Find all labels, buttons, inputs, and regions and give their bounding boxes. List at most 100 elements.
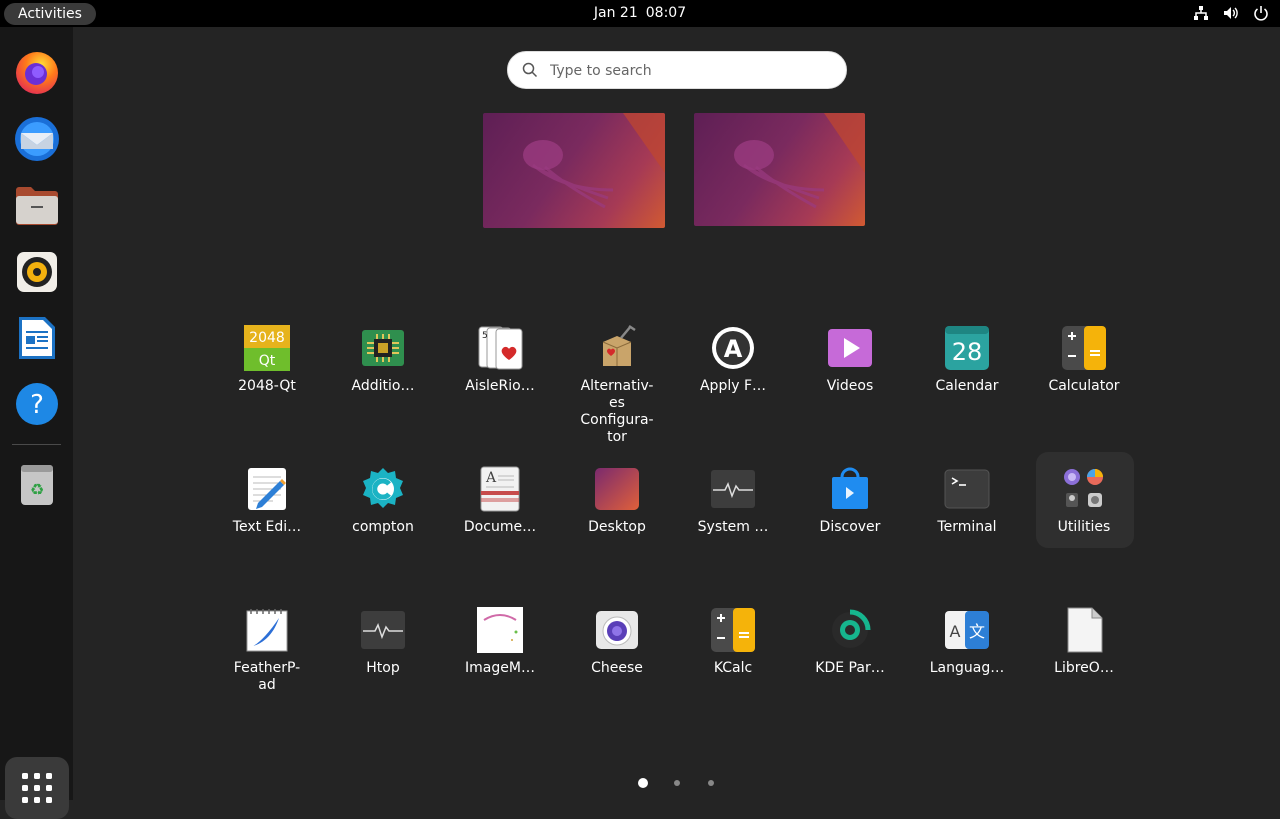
- app-label: System …: [697, 519, 769, 535]
- dock-item-help[interactable]: ?: [12, 379, 62, 429]
- app-label: FeatherP- ad: [233, 660, 301, 693]
- page-dot-3[interactable]: [708, 780, 714, 786]
- help-icon: ?: [16, 383, 58, 425]
- dock: ? ♻: [0, 27, 73, 819]
- system-tray[interactable]: [1192, 4, 1270, 22]
- app-label: Calendar: [935, 378, 999, 394]
- grid-icon: [22, 773, 52, 803]
- app-apply-full-upgrade[interactable]: A Apply F…: [675, 324, 791, 395]
- volume-icon[interactable]: [1222, 4, 1240, 22]
- app-imagemagick[interactable]: ImageM…: [442, 606, 558, 677]
- app-label: KDE Par…: [815, 660, 885, 676]
- app-htop[interactable]: Htop: [325, 606, 441, 677]
- app-label: Docume…: [463, 519, 537, 535]
- dock-separator: [12, 444, 61, 445]
- cheese-icon: [596, 611, 638, 649]
- app-system-monitor[interactable]: System …: [675, 465, 791, 536]
- app-text-editor[interactable]: Text Edi…: [209, 465, 325, 536]
- language-icon: A文: [945, 611, 989, 649]
- svg-text:♻: ♻: [30, 480, 44, 499]
- files-icon: [16, 187, 58, 225]
- search-bar[interactable]: [507, 51, 847, 90]
- cards-icon: 5: [478, 326, 523, 370]
- app-aisleriot[interactable]: 5 AisleRio…: [442, 324, 558, 395]
- svg-text:A: A: [485, 470, 497, 486]
- compton-icon: [363, 468, 403, 508]
- app-terminal[interactable]: Terminal: [909, 465, 1025, 536]
- dock-item-files[interactable]: [12, 180, 62, 230]
- svg-text:A: A: [950, 622, 961, 641]
- app-compton[interactable]: compton: [325, 465, 441, 536]
- app-videos[interactable]: Videos: [792, 324, 908, 395]
- thunderbird-icon: [15, 117, 59, 161]
- app-label: compton: [352, 519, 414, 535]
- featherpad-icon: [246, 609, 288, 652]
- dock-item-thunderbird[interactable]: [12, 114, 62, 164]
- app-label: KCalc: [713, 660, 753, 676]
- imagemagick-icon: [477, 607, 523, 653]
- svg-text:Qt: Qt: [259, 353, 276, 369]
- app-featherpad[interactable]: FeatherP- ad: [209, 606, 325, 694]
- app-kde-partition-manager[interactable]: KDE Par…: [792, 606, 908, 677]
- text-editor-icon: [248, 468, 286, 510]
- jellyfish-wallpaper-icon: [523, 113, 665, 209]
- firefox-icon: [16, 52, 58, 94]
- app-label: Additio…: [351, 378, 415, 394]
- app-label: LibreO…: [1054, 660, 1114, 676]
- app-discover[interactable]: Discover: [792, 465, 908, 536]
- calendar-icon: 28: [945, 326, 989, 370]
- svg-text:2048: 2048: [249, 330, 285, 346]
- app-folder-utilities[interactable]: Utilities: [1026, 465, 1142, 536]
- apply-icon: A: [712, 327, 754, 369]
- dock-item-writer[interactable]: [12, 313, 62, 363]
- app-libreoffice[interactable]: LibreO…: [1026, 606, 1142, 677]
- page-dot-2[interactable]: [674, 780, 680, 786]
- app-additional-drivers[interactable]: Additio…: [325, 324, 441, 395]
- app-2048-qt[interactable]: 2048 Qt 2048-Qt: [209, 324, 325, 395]
- svg-text:?: ?: [30, 390, 44, 420]
- app-label: Text Edi…: [232, 519, 302, 535]
- svg-text:28: 28: [952, 338, 983, 366]
- discover-icon: [832, 467, 868, 509]
- search-icon: [522, 62, 538, 78]
- app-calculator[interactable]: Calculator: [1026, 324, 1142, 395]
- app-cheese[interactable]: Cheese: [559, 606, 675, 677]
- app-label: Discover: [819, 519, 881, 535]
- utilities-folder-icon: [1064, 469, 1103, 507]
- trash-icon: ♻: [21, 465, 53, 505]
- chip-icon: [362, 330, 404, 366]
- app-kcalc[interactable]: KCalc: [675, 606, 791, 677]
- kcalc-icon: [711, 608, 755, 652]
- app-label: ImageM…: [465, 660, 535, 676]
- app-calendar[interactable]: 28 Calendar: [909, 324, 1025, 395]
- app-label: Utilities: [1057, 519, 1111, 535]
- app-label: Alternativ- es Configura- tor: [580, 378, 654, 445]
- game-2048-icon: 2048 Qt: [244, 325, 290, 371]
- power-icon[interactable]: [1252, 4, 1270, 22]
- dock-item-trash[interactable]: ♻: [12, 460, 62, 510]
- app-document-viewer[interactable]: A Docume…: [442, 465, 558, 536]
- workspace-thumbnail-1[interactable]: [483, 113, 665, 228]
- page-dot-1[interactable]: [638, 778, 648, 788]
- show-apps-button[interactable]: [5, 757, 69, 819]
- jellyfish-wallpaper-icon: [734, 113, 865, 209]
- dock-item-rhythmbox[interactable]: [12, 247, 62, 297]
- network-icon[interactable]: [1192, 4, 1210, 22]
- app-label: Terminal: [937, 519, 997, 535]
- app-label: Desktop: [588, 519, 646, 535]
- app-desktop[interactable]: Desktop: [559, 465, 675, 536]
- svg-text:文: 文: [969, 622, 985, 641]
- app-alternatives-configurator[interactable]: Alternativ- es Configura- tor: [559, 324, 675, 446]
- rhythmbox-icon: [17, 252, 57, 292]
- app-label: Htop: [366, 660, 400, 676]
- app-language-support[interactable]: A文 Languag…: [909, 606, 1025, 677]
- dock-item-firefox[interactable]: [12, 47, 62, 97]
- search-input[interactable]: [548, 52, 832, 90]
- workspace-thumbnail-2[interactable]: [694, 113, 865, 226]
- app-label: Languag…: [929, 660, 1005, 676]
- clock[interactable]: Jan 21 08:07: [0, 5, 1280, 21]
- videos-icon: [828, 329, 872, 367]
- desktop-icon: [595, 468, 639, 510]
- htop-icon: [361, 611, 405, 649]
- writer-icon: [19, 317, 55, 359]
